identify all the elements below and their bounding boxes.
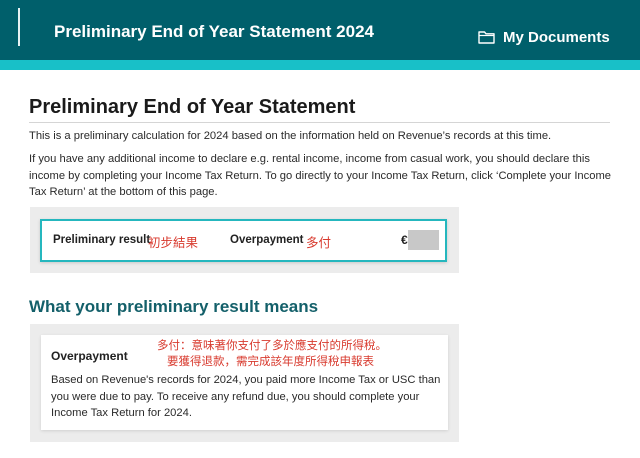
header-title: Preliminary End of Year Statement 2024	[54, 22, 374, 41]
section-title-meaning: What your preliminary result means	[29, 297, 319, 316]
meaning-annotation-line2: 要獲得退款，需完成該年度所得稅申報表	[167, 356, 374, 368]
preliminary-result-annotation: 初步結果	[148, 236, 199, 250]
meaning-annotation-line1: 多付：意味著你支付了多於應支付的所得稅。	[157, 340, 387, 352]
result-status-annotation: 多付	[306, 236, 332, 250]
my-documents-link[interactable]: My Documents	[478, 27, 610, 47]
intro-text: This is a preliminary calculation for 20…	[29, 130, 552, 142]
page-title: Preliminary End of Year Statement	[29, 96, 356, 118]
my-documents-label[interactable]: My Documents	[503, 29, 610, 46]
overpayment-description: Based on Revenue's records for 2024, you…	[51, 374, 441, 419]
folder-icon	[478, 31, 495, 44]
result-status: Overpayment	[230, 234, 304, 246]
overpayment-card: 多付：意味著你支付了多於應支付的所得稅。 要獲得退款，需完成該年度所得稅申報表 …	[41, 335, 448, 430]
currency-symbol: €	[401, 233, 408, 247]
preliminary-result-box: Preliminary result 初步結果 Overpayment 多付 €	[40, 219, 447, 262]
redacted-amount	[408, 230, 439, 250]
instructions-text: If you have any additional income to dec…	[29, 153, 612, 198]
header-divider	[18, 8, 20, 46]
top-header: Preliminary End of Year Statement 2024 M…	[0, 0, 640, 60]
title-divider	[29, 122, 610, 123]
preliminary-result-label: Preliminary result	[53, 234, 151, 246]
header-accent-strip	[0, 60, 640, 70]
overpayment-heading: Overpayment	[51, 349, 128, 363]
